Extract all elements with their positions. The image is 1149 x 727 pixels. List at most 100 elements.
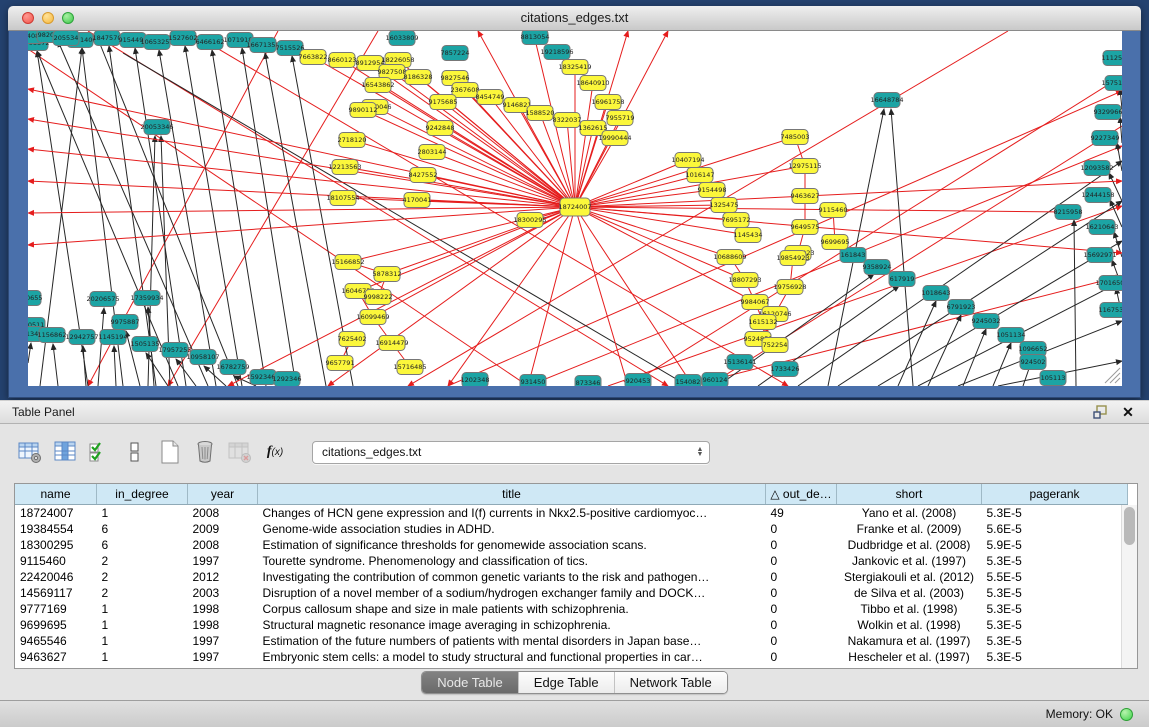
graph-node[interactable]: 9115460 [819,203,848,218]
graph-node[interactable]: 19854923 [776,251,809,266]
graph-node[interactable]: 16543862 [361,78,394,93]
table-cell[interactable]: 1998 [188,601,258,617]
table-cell[interactable]: 0 [766,585,837,601]
graph-node[interactable]: 9329966 [1094,105,1122,120]
function-builder-button[interactable]: f(x) [261,438,289,466]
minimize-window-button[interactable] [42,12,54,24]
graph-node[interactable]: 9463627 [791,189,820,204]
graph-node[interactable]: 16099469 [356,310,389,325]
graph-node[interactable]: 1325475 [710,198,739,213]
graph-node[interactable]: 617919 [889,272,915,287]
graph-node[interactable]: 205534 [53,31,79,46]
resize-grip-icon[interactable] [1110,373,1120,383]
delete-table-button[interactable] [226,438,254,466]
citation-edge-red[interactable] [575,207,745,280]
table-cell[interactable]: Nakamura et al. (1997) [837,633,982,649]
table-cell[interactable]: 6 [97,537,188,553]
graph-node[interactable]: 1018643 [922,286,951,301]
graph-node[interactable]: 15716485 [393,360,426,375]
resize-grip-icon[interactable] [1115,378,1120,383]
graph-node[interactable]: 2718120 [338,133,367,148]
graph-node[interactable]: 1145194 [99,330,128,345]
column-header-pagerank[interactable]: pagerank [982,484,1128,505]
table-cell[interactable]: 0 [766,537,837,553]
close-window-button[interactable] [22,12,34,24]
graph-node[interactable]: 8813054 [521,31,550,45]
table-cell[interactable]: Jankovic et al. (1997) [837,553,982,569]
tab-edge-table[interactable]: Edge Table [518,672,614,693]
table-cell[interactable]: 2008 [188,537,258,553]
graph-node[interactable]: 20053346 [140,120,173,135]
citation-edge-black[interactable] [878,241,1122,386]
citation-edge-red[interactable] [28,207,575,213]
citation-edge-black[interactable] [928,315,961,386]
table-cell[interactable]: Genome-wide association studies in ADHD. [258,521,766,537]
table-cell[interactable]: Embryonic stem cells: a model to study s… [258,649,766,665]
table-cell[interactable]: 9115460 [15,553,97,569]
citation-edge-red[interactable] [448,207,575,386]
citation-edge-red[interactable] [28,207,575,245]
table-cell[interactable]: 22420046 [15,569,97,585]
graph-node[interactable]: 1292346 [273,372,302,387]
table-cell[interactable]: Estimation of significance thresholds fo… [258,537,766,553]
graph-node[interactable]: 12093582 [1080,161,1113,176]
tab-network-table[interactable]: Network Table [614,672,727,693]
citation-edge-black[interactable] [798,161,1122,386]
citation-edge-black[interactable] [242,48,296,386]
table-cell[interactable]: 9699695 [15,617,97,633]
graph-node[interactable]: 6791923 [947,300,976,315]
table-cell[interactable]: 5.9E-5 [982,537,1128,553]
table-cell[interactable]: Wolkin et al. (1998) [837,617,982,633]
table-cell[interactable]: 0 [766,569,837,585]
column-header-year[interactable]: year [188,484,258,505]
graph-node[interactable]: 15166852 [331,255,364,270]
table-cell[interactable]: Estimation of the future numbers of pati… [258,633,766,649]
table-cell[interactable]: 1998 [188,617,258,633]
graph-node[interactable]: 1112528 [1102,51,1122,66]
graph-node[interactable]: 18107554 [326,191,359,206]
table-cell[interactable]: 1 [97,633,188,649]
graph-node[interactable]: 15751074 [1101,76,1122,91]
table-cell[interactable]: Tibbo et al. (1998) [837,601,982,617]
table-cell[interactable]: 1 [97,601,188,617]
graph-node[interactable]: 16033809 [385,31,418,46]
citation-edge-black[interactable] [159,50,216,386]
delete-column-button[interactable] [191,438,219,466]
table-scrollbar-thumb[interactable] [1124,507,1135,545]
table-cell[interactable]: 5.3E-5 [982,505,1128,522]
citation-edge-black[interactable] [963,329,986,386]
citation-edge-red[interactable] [352,140,575,207]
graph-node[interactable]: 1156862 [38,328,67,343]
graph-node[interactable]: 16914479 [375,336,408,351]
table-cell[interactable]: 0 [766,553,837,569]
column-header-short[interactable]: short [837,484,982,505]
table-row[interactable]: 2242004622012Investigating the contribut… [15,569,1128,585]
table-cell[interactable]: 1997 [188,649,258,665]
tab-node-table[interactable]: Node Table [422,672,518,693]
graph-node[interactable]: 9975887 [111,315,140,330]
graph-node[interactable]: 12942757 [65,330,98,345]
table-cell[interactable]: 14569117 [15,585,97,601]
table-cell[interactable]: Hescheler et al. (1997) [837,649,982,665]
table-cell[interactable]: 1 [97,617,188,633]
graph-node[interactable]: 15136141 [723,355,756,370]
table-row[interactable]: 946362711997Embryonic stem cells: a mode… [15,649,1128,665]
graph-node[interactable]: 10407194 [671,153,704,168]
graph-node[interactable]: 7955719 [606,111,635,126]
create-column-button[interactable] [156,438,184,466]
graph-node[interactable]: 1505135 [131,337,160,352]
table-cell[interactable]: de Silva et al. (2003) [837,585,982,601]
select-all-button[interactable] [86,438,114,466]
citation-edge-black[interactable] [53,344,58,386]
graph-node[interactable]: 1847570 [93,31,122,46]
graph-node[interactable]: 19990444 [598,131,631,146]
citation-edge-red[interactable] [628,76,1122,386]
graph-node[interactable]: 8427552 [409,168,438,183]
graph-node[interactable]: 9227349 [1091,131,1120,146]
table-row[interactable]: 911546021997Tourette syndrome. Phenomeno… [15,553,1128,569]
graph-node[interactable]: 9175685 [429,95,458,110]
graph-node[interactable]: 8215958 [1054,205,1083,220]
table-cell[interactable]: Stergiakouli et al. (2012) [837,569,982,585]
table-cell[interactable]: Corpus callosum shape and size in male p… [258,601,766,617]
graph-node[interactable]: 9998222 [364,290,393,305]
